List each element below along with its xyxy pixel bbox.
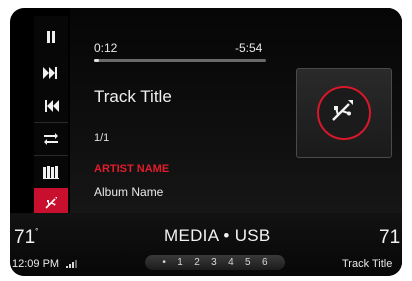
source-label: MEDIA • USB — [164, 226, 271, 245]
degree-icon: ° — [35, 227, 39, 236]
skip-forward-icon — [43, 67, 57, 79]
remaining-time: -5:54 — [235, 41, 263, 55]
preset-2[interactable]: 2 — [194, 257, 200, 268]
now-playing-panel: 0:12 -5:54 Track Title 1/1 ARTIST NAME A… — [70, 8, 402, 213]
progress-fill — [94, 59, 100, 62]
usb-icon — [45, 197, 57, 209]
album-art — [296, 68, 392, 158]
preset-1[interactable]: 1 — [177, 257, 183, 268]
preset-5[interactable]: 5 — [245, 257, 251, 268]
media-controls-sidebar — [34, 16, 68, 218]
sidebar-divider — [34, 122, 68, 123]
artist-name: ARTIST NAME — [94, 163, 170, 175]
sidebar-divider — [34, 155, 68, 156]
preset-6[interactable]: 6 — [262, 257, 268, 268]
preset-4[interactable]: 4 — [228, 257, 234, 268]
temperature-right[interactable]: 71 — [379, 227, 400, 249]
track-title: Track Title — [94, 87, 172, 106]
pause-icon — [47, 31, 55, 43]
temperature-left[interactable]: 71° — [14, 227, 38, 249]
clock: 12:09 PM — [12, 258, 60, 270]
preset-dot: • — [162, 257, 166, 268]
album-name: Album Name — [94, 185, 164, 199]
browse-button[interactable] — [34, 157, 68, 187]
temperature-left-value: 71 — [14, 227, 36, 248]
repeat-icon — [44, 133, 58, 145]
head-unit-screen: 0:12 -5:54 Track Title 1/1 ARTIST NAME A… — [10, 8, 402, 276]
skip-forward-button[interactable] — [34, 58, 68, 88]
preset-bar[interactable]: • 1 2 3 4 5 6 — [145, 255, 285, 270]
track-count: 1/1 — [94, 132, 110, 144]
skip-back-icon — [45, 100, 59, 112]
progress-bar[interactable] — [94, 59, 266, 62]
signal-strength-icon — [66, 260, 77, 268]
pause-button[interactable] — [34, 22, 68, 52]
status-bar: 71° MEDIA • USB 71 12:09 PM • 1 2 3 4 5 … — [10, 213, 402, 276]
browse-icon — [43, 165, 59, 179]
preset-3[interactable]: 3 — [211, 257, 217, 268]
repeat-button[interactable] — [34, 124, 68, 154]
usb-icon — [332, 100, 353, 121]
usb-art-badge — [317, 86, 371, 140]
temperature-right-value: 71 — [379, 227, 401, 248]
skip-back-button[interactable] — [34, 91, 68, 121]
bottom-track-title: Track Title — [342, 258, 393, 270]
elapsed-time: 0:12 — [94, 41, 118, 55]
